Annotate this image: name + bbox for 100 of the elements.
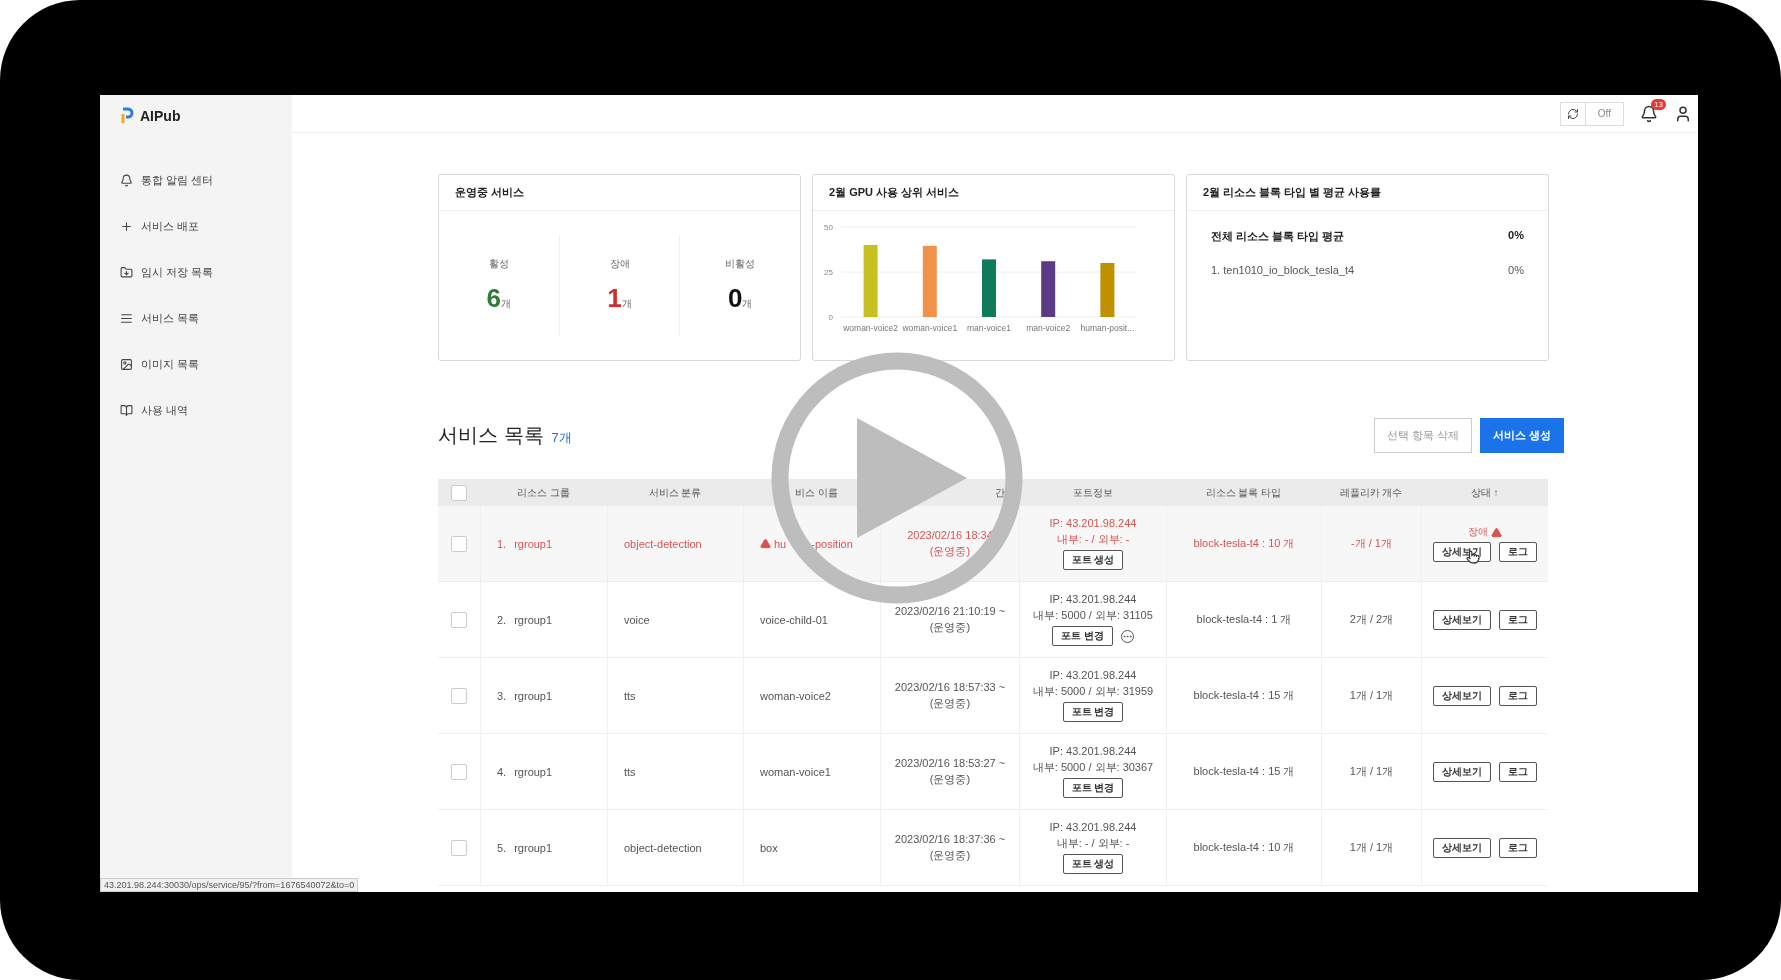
port-button[interactable]: 포트 변경 <box>1062 778 1124 798</box>
sidebar-item[interactable]: 사용 내역 <box>120 387 272 433</box>
notification-badge: 13 <box>1651 98 1666 110</box>
create-button[interactable]: 서비스 생성 <box>1479 418 1564 453</box>
axis-tick: 50 <box>824 223 833 232</box>
table-cell: 1개 / 1개 <box>1349 688 1394 703</box>
checkbox[interactable] <box>451 535 467 552</box>
section-title: 서비스 목록 <box>438 423 544 448</box>
axis-label: woman-voice2 <box>843 323 898 333</box>
axis-label: woman-voice1 <box>902 323 958 333</box>
column-header[interactable]: 비스 이름 <box>795 485 838 500</box>
state-text: (운영중) <box>929 847 971 863</box>
port-button[interactable]: 포트 변경 <box>1052 626 1113 646</box>
table-cell: rgroup1 <box>514 841 553 854</box>
date-text: 2023/02/16 18:37:36 ~ <box>894 832 1006 845</box>
checkbox[interactable] <box>451 484 467 501</box>
sidebar-item[interactable]: 서비스 배포 <box>120 203 272 249</box>
table-cell: tts <box>624 689 636 702</box>
chart-bar <box>1100 263 1115 317</box>
refresh-toggle[interactable]: Off <box>1559 101 1624 126</box>
chart-bar <box>863 245 878 317</box>
usage-label: 1. ten1010_io_block_tesla_t4 <box>1211 264 1355 276</box>
detail-button[interactable]: 상세보기 <box>1433 837 1491 858</box>
user-icon[interactable] <box>1674 104 1692 123</box>
warning-icon <box>760 538 771 549</box>
checkbox[interactable] <box>451 687 467 704</box>
row-number: 3. <box>497 689 507 702</box>
column-header[interactable]: 레플리카 개수 <box>1339 485 1403 500</box>
date-text: 2023/02/16 18:57:33 ~ <box>894 680 1006 693</box>
port-text: 내부: 5000 / 외부: 31105 <box>1033 608 1153 623</box>
row-number: 1. <box>497 537 507 550</box>
book-icon <box>120 403 133 417</box>
detail-button[interactable]: 상세보기 <box>1433 609 1491 630</box>
service-count: 7개 <box>551 429 572 447</box>
column-header[interactable]: 간 <box>995 485 1005 500</box>
table-cell: voice-child-01 <box>760 613 828 626</box>
table-cell: hu <box>774 537 787 550</box>
checkbox[interactable] <box>451 839 467 856</box>
date-text: 2023/02/16 18:53:27 ~ <box>894 756 1006 769</box>
column-header[interactable]: 포트정보 <box>1072 485 1113 500</box>
sidebar-item[interactable]: 임시 저장 목록 <box>120 249 272 295</box>
row-number: 5. <box>497 841 507 854</box>
chart-bar <box>922 245 937 317</box>
list-icon <box>120 311 133 325</box>
table-cell: object-detection <box>624 537 702 550</box>
table-cell: woman-voice2 <box>760 689 831 702</box>
logo-text: AIPub <box>140 108 181 124</box>
bell-icon <box>120 173 133 187</box>
row-number: 4. <box>497 765 507 778</box>
date-text: 2023/02/16 21:10:19 ~ <box>894 604 1006 617</box>
detail-button[interactable]: 상세보기 <box>1433 542 1491 562</box>
log-button[interactable]: 로그 <box>1499 685 1537 706</box>
table-cell: rgroup1 <box>514 765 553 778</box>
table-cell: box <box>760 841 778 854</box>
port-text: 내부: - / 외부: - <box>1056 532 1130 547</box>
port-text: 내부: - / 외부: - <box>1056 836 1130 851</box>
chart-bar <box>982 259 996 317</box>
sidebar-item[interactable]: 이미지 목록 <box>120 341 272 387</box>
ip-text: IP: 43.201.98.244 <box>1049 593 1137 605</box>
column-header[interactable]: 리소스 그룹 <box>517 485 570 500</box>
table-cell: rgroup1 <box>514 537 553 550</box>
folder-icon <box>120 265 133 279</box>
chart-bar <box>1041 261 1056 317</box>
row-number: 2. <box>497 613 507 626</box>
axis-tick: 25 <box>824 268 833 277</box>
log-button[interactable]: 로그 <box>1499 837 1537 858</box>
table-cell: block-tesla-t4 : 15 개 <box>1193 688 1295 703</box>
status-text: 장애 <box>1468 525 1488 539</box>
state-text: (운영중) <box>929 619 971 635</box>
warning-icon <box>1491 526 1502 538</box>
port-button[interactable]: 포트 변경 <box>1062 702 1124 722</box>
card-title: 운영중 서비스 <box>439 175 800 211</box>
table-cell: tts <box>624 765 636 778</box>
axis-label: human-posit... <box>1080 323 1135 333</box>
column-header[interactable]: 서비스 분류 <box>648 485 702 500</box>
log-button[interactable]: 로그 <box>1499 761 1537 782</box>
sidebar-item[interactable]: 통합 알림 센터 <box>120 157 272 203</box>
log-button[interactable]: 로그 <box>1499 542 1537 562</box>
checkbox[interactable] <box>451 763 467 780</box>
status-url: 43.201.98.244:30030/ops/service/95/?from=1676540072&to=0 <box>100 878 359 892</box>
log-button[interactable]: 로그 <box>1499 609 1537 630</box>
state-text: (운영중) <box>929 695 971 711</box>
column-header[interactable]: 상태 ↑ <box>1470 485 1499 500</box>
ip-text: IP: 43.201.98.244 <box>1049 669 1137 681</box>
play-icon[interactable] <box>771 352 1023 604</box>
image-icon <box>120 357 133 371</box>
port-button[interactable]: 포트 생성 <box>1062 550 1124 570</box>
checkbox[interactable] <box>451 611 467 628</box>
axis-label: man-voice1 <box>967 323 1011 333</box>
table-cell: object-detection <box>624 841 702 854</box>
table-cell: block-tesla-t4 : 10 개 <box>1193 840 1295 855</box>
ip-text: IP: 43.201.98.244 <box>1049 821 1137 833</box>
usage-value: 0% <box>1508 264 1524 276</box>
sidebar-item[interactable]: 서비스 목록 <box>120 295 272 341</box>
detail-button[interactable]: 상세보기 <box>1433 761 1491 782</box>
card-title: 2월 리소스 블록 타입 별 평균 사용률 <box>1187 175 1548 211</box>
column-header[interactable]: 리소스 블록 타입 <box>1205 485 1282 500</box>
detail-button[interactable]: 상세보기 <box>1433 685 1491 706</box>
stat-value: 1개 <box>607 283 632 314</box>
port-button[interactable]: 포트 생성 <box>1062 854 1124 874</box>
